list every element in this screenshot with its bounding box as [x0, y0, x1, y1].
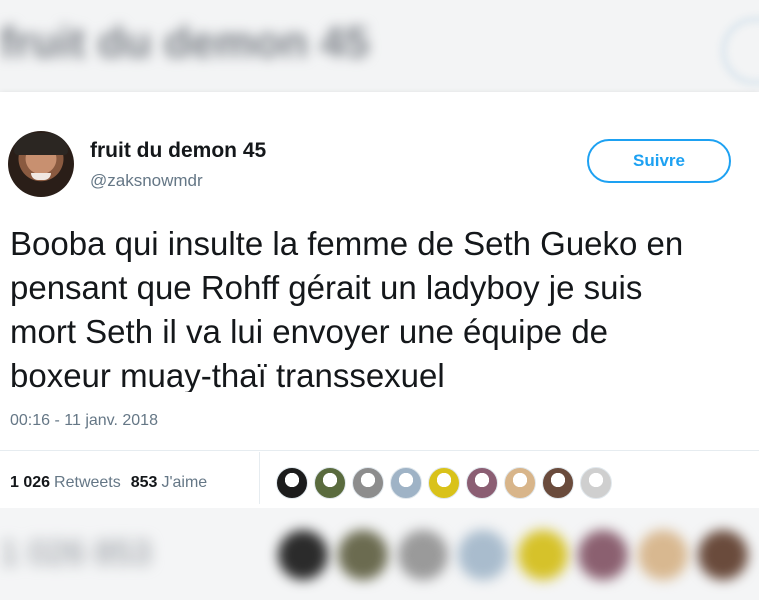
liker-avatar[interactable]: [542, 467, 574, 499]
blurred-avatar: [278, 530, 328, 580]
user-handle[interactable]: @zaksnowmdr: [90, 171, 203, 191]
liker-avatar[interactable]: [466, 467, 498, 499]
liker-avatar[interactable]: [390, 467, 422, 499]
blurred-stats: 1 026 853: [0, 534, 151, 573]
avatar[interactable]: [8, 131, 74, 197]
blurred-header-background: fruit du demon 45: [0, 0, 759, 92]
liker-avatar[interactable]: [580, 467, 612, 499]
blurred-display-name: fruit du demon 45: [0, 18, 370, 67]
likes-label: J'aime: [161, 474, 208, 491]
blurred-avatar: [338, 530, 388, 580]
liker-avatar[interactable]: [504, 467, 536, 499]
blurred-avatar: [518, 530, 568, 580]
divider: [0, 450, 759, 451]
tweet-card: fruit du demon 45 @zaksnowmdr Suivre Boo…: [0, 92, 759, 508]
liker-avatar[interactable]: [276, 467, 308, 499]
blurred-avatar: [578, 530, 628, 580]
retweets-stat[interactable]: 1 026 Retweets: [10, 474, 121, 492]
tweet-text: Booba qui insulte la femme de Seth Gueko…: [10, 225, 684, 392]
tweet-timestamp[interactable]: 00:16 - 11 janv. 2018: [10, 412, 158, 430]
display-name[interactable]: fruit du demon 45: [90, 139, 266, 163]
avatar-cap: [14, 133, 68, 155]
likes-stat[interactable]: 853 J'aime: [131, 474, 207, 492]
blurred-retweets-count: 1 026: [0, 534, 86, 572]
avatar-smile: [31, 173, 51, 180]
likes-count: 853: [130, 474, 158, 491]
stats-separator: [259, 452, 260, 504]
liker-avatar[interactable]: [428, 467, 460, 499]
blurred-avatar: [638, 530, 688, 580]
liker-avatars: [276, 467, 612, 499]
blurred-avatar: [398, 530, 448, 580]
retweets-count: 1 026: [10, 474, 51, 491]
blurred-avatar: [698, 530, 748, 580]
follow-button[interactable]: Suivre: [587, 139, 731, 183]
liker-avatar[interactable]: [314, 467, 346, 499]
blurred-avatar: [458, 530, 508, 580]
blurred-footer-background: 1 026 853: [0, 508, 759, 600]
blurred-likes-count: 853: [94, 534, 152, 572]
retweets-label: Retweets: [54, 474, 121, 491]
liker-avatar[interactable]: [352, 467, 384, 499]
engagement-stats: 1 026 Retweets 853 J'aime: [10, 474, 207, 492]
blurred-follow-button: [722, 18, 759, 84]
